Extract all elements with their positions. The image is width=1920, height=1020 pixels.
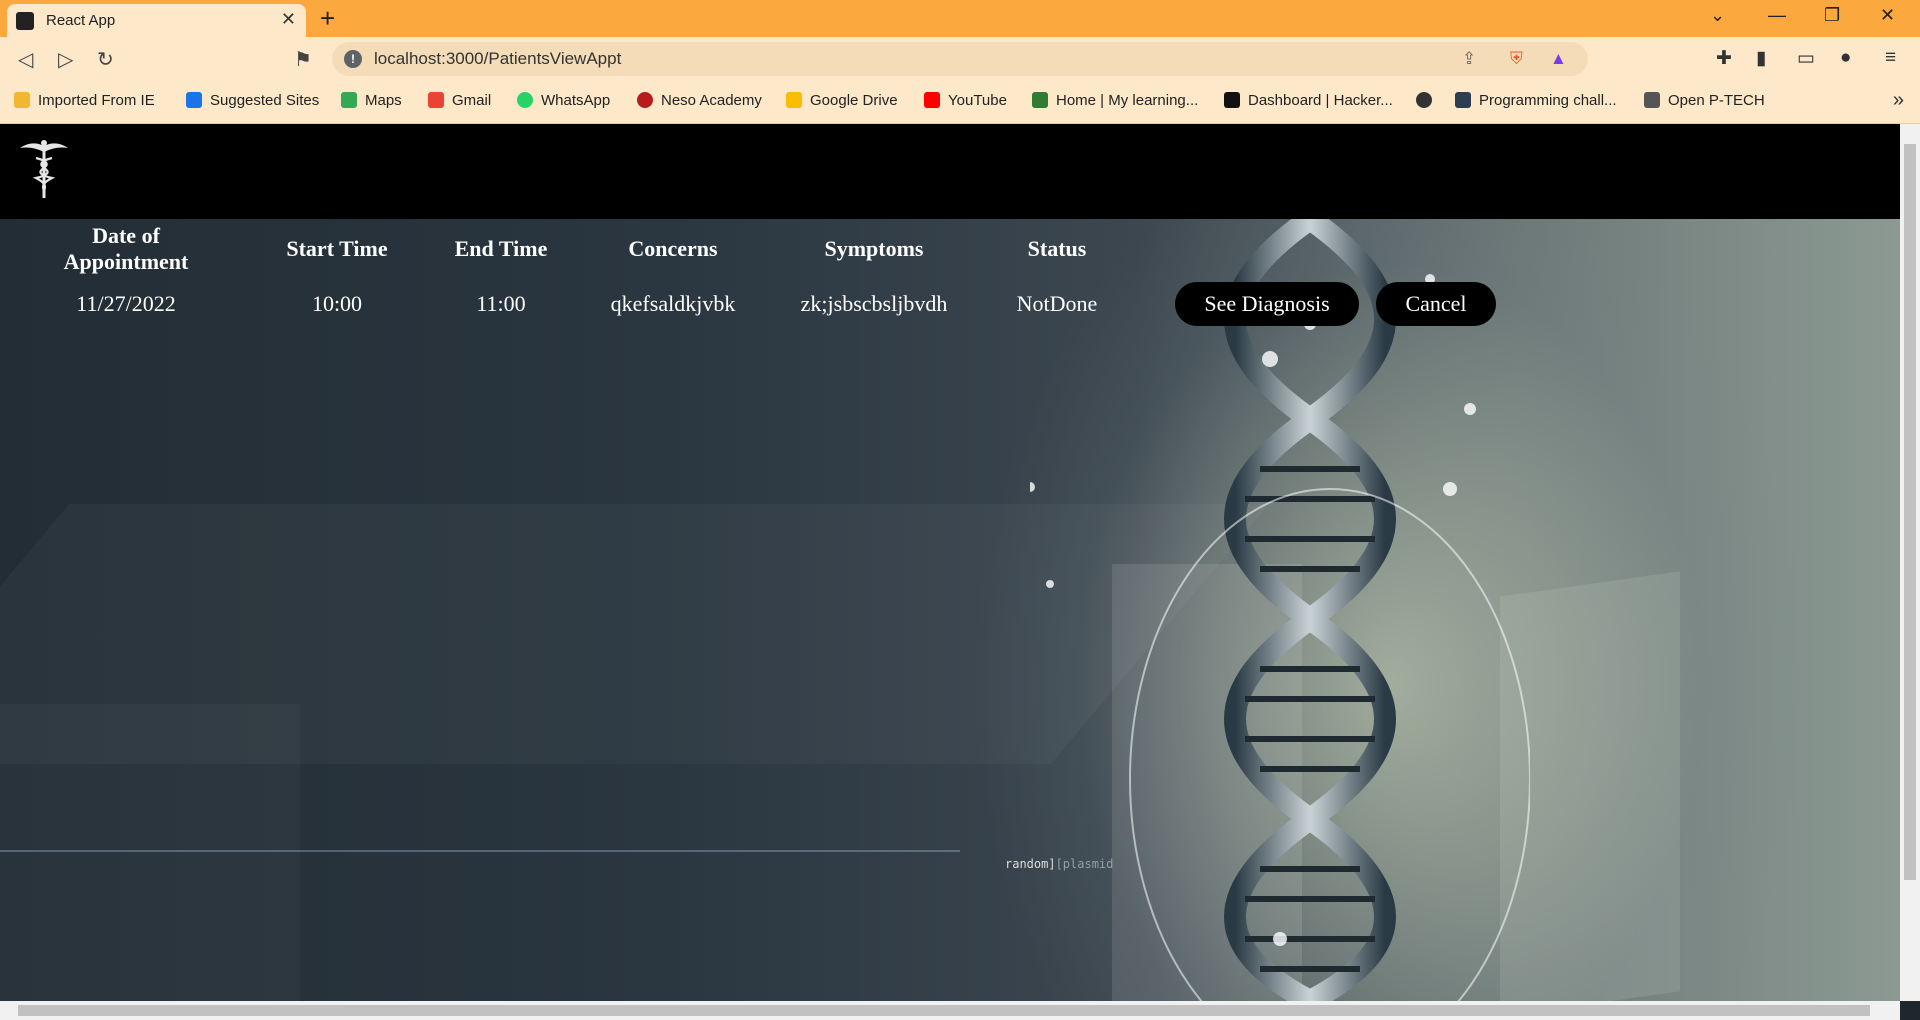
hackerearth-icon [1455, 92, 1471, 108]
column-header-concerns: Concerns [628, 236, 718, 261]
new-tab-icon[interactable]: + [320, 4, 335, 32]
bookmark-item[interactable]: Suggested Sites [186, 92, 319, 109]
cell-concerns: qkefsaldkjvbk [610, 291, 736, 316]
column-header-end-time: End Time [454, 236, 548, 261]
table-header-row: Date of Appointment Start Time End Time … [28, 219, 1498, 275]
vertical-scrollbar[interactable] [1900, 124, 1920, 1001]
bookmarks-bar: Imported From IE Suggested Sites Maps Gm… [0, 83, 1920, 124]
bookmark-item[interactable]: Gmail [428, 92, 491, 109]
ptech-icon [1644, 92, 1660, 108]
browser-titlebar: React App ✕ + ⌄ — ❐ ✕ [0, 0, 1920, 37]
site-navbar [0, 124, 1900, 219]
page-viewport: random][plasmid Date of Appointment Star… [0, 124, 1900, 1001]
see-diagnosis-button[interactable]: See Diagnosis [1175, 282, 1359, 326]
hackerrank-icon [1224, 92, 1240, 108]
column-header-date: Date of Appointment [63, 223, 189, 274]
bookmark-item[interactable]: Programming chall... [1455, 92, 1617, 109]
column-header-diagnosis [1160, 219, 1374, 275]
background-line [0, 850, 960, 852]
maps-icon [341, 92, 357, 108]
cell-start-time: 10:00 [311, 291, 363, 316]
brave-shield-icon[interactable]: ⛨ [1510, 49, 1523, 69]
caduceus-logo-icon[interactable] [18, 138, 70, 200]
tab-title: React App [46, 12, 116, 29]
address-url[interactable]: localhost:3000/PatientsViewAppt [374, 49, 621, 69]
cancel-appointment-button[interactable]: Cancel [1376, 282, 1496, 326]
cell-symptoms: zk;jsbscbsljbvdh [800, 291, 948, 316]
wallet-icon[interactable]: ▭ [1797, 47, 1815, 70]
background-caption: random][plasmid [1005, 857, 1114, 871]
bookmark-item[interactable]: Imported From IE [14, 92, 155, 109]
dna-helix-graphic [1030, 219, 1530, 1001]
horizontal-scrollbar-thumb[interactable] [18, 1005, 1870, 1016]
browser-tab[interactable]: React App ✕ [7, 4, 306, 37]
bookmark-item[interactable]: Neso Academy [637, 92, 762, 109]
folder-icon [14, 92, 30, 108]
menu-icon[interactable]: ≡ [1885, 47, 1896, 69]
back-icon[interactable]: ◁ [18, 47, 33, 72]
neso-icon [637, 92, 653, 108]
column-header-start-time: Start Time [286, 236, 388, 261]
cell-end-time: 11:00 [476, 291, 526, 316]
address-bar[interactable]: ! localhost:3000/PatientsViewAppt ⇪ ⛨ ▲ [332, 42, 1588, 76]
bing-icon [186, 92, 202, 108]
w3-icon [1032, 92, 1048, 108]
bookmark-item[interactable]: Dashboard | Hacker... [1224, 92, 1393, 109]
bookmark-item[interactable]: WhatsApp [517, 92, 610, 109]
bookmark-icon[interactable]: ⚑ [294, 47, 312, 72]
extensions-icon[interactable]: ✚ [1716, 47, 1732, 70]
globe-icon [1416, 92, 1432, 108]
gmail-icon [428, 92, 444, 108]
site-info-icon[interactable]: ! [344, 50, 362, 68]
appointments-table: Date of Appointment Start Time End Time … [28, 219, 1498, 333]
bookmark-item[interactable] [1416, 92, 1440, 109]
share-icon[interactable]: ⇪ [1462, 49, 1476, 69]
drive-icon [786, 92, 802, 108]
bookmark-item[interactable]: Open P-TECH [1644, 92, 1765, 109]
background-decoration [0, 704, 300, 1001]
reload-icon[interactable]: ↻ [97, 47, 114, 72]
browser-toolbar: ◁ ▷ ↻ ⚑ ! localhost:3000/PatientsViewApp… [0, 37, 1920, 83]
profile-avatar[interactable]: ● [1840, 47, 1851, 69]
vertical-scrollbar-thumb[interactable] [1904, 144, 1916, 880]
column-header-cancel [1374, 219, 1498, 275]
horizontal-scrollbar[interactable] [0, 1001, 1900, 1020]
column-header-status: Status [1027, 236, 1087, 261]
cell-cancel: Cancel [1374, 275, 1498, 333]
youtube-icon [924, 92, 940, 108]
minimize-icon[interactable]: — [1768, 5, 1786, 26]
cell-diagnosis: See Diagnosis [1160, 275, 1374, 333]
more-bookmarks-icon[interactable]: » [1893, 89, 1904, 112]
cell-date: 11/27/2022 [76, 291, 176, 316]
sidebar-icon[interactable]: ▮ [1756, 47, 1766, 70]
bookmark-item[interactable]: YouTube [924, 92, 1007, 109]
whatsapp-icon [517, 92, 533, 108]
bookmark-item[interactable]: Maps [341, 92, 402, 109]
restore-icon[interactable]: ❐ [1824, 5, 1840, 26]
forward-icon[interactable]: ▷ [58, 47, 73, 72]
tab-search-icon[interactable]: ⌄ [1710, 5, 1725, 26]
table-row: 11/27/2022 10:00 11:00 qkefsaldkjvbk zk;… [28, 275, 1498, 333]
column-header-symptoms: Symptoms [824, 236, 924, 261]
brave-rewards-icon[interactable]: ▲ [1550, 49, 1567, 69]
bookmark-item[interactable]: Google Drive [786, 92, 898, 109]
tab-close-icon[interactable]: ✕ [281, 9, 296, 30]
react-favicon-icon [16, 12, 34, 30]
close-window-icon[interactable]: ✕ [1880, 5, 1895, 26]
bookmark-item[interactable]: Home | My learning... [1032, 92, 1198, 109]
cell-status: NotDone [1016, 291, 1098, 316]
